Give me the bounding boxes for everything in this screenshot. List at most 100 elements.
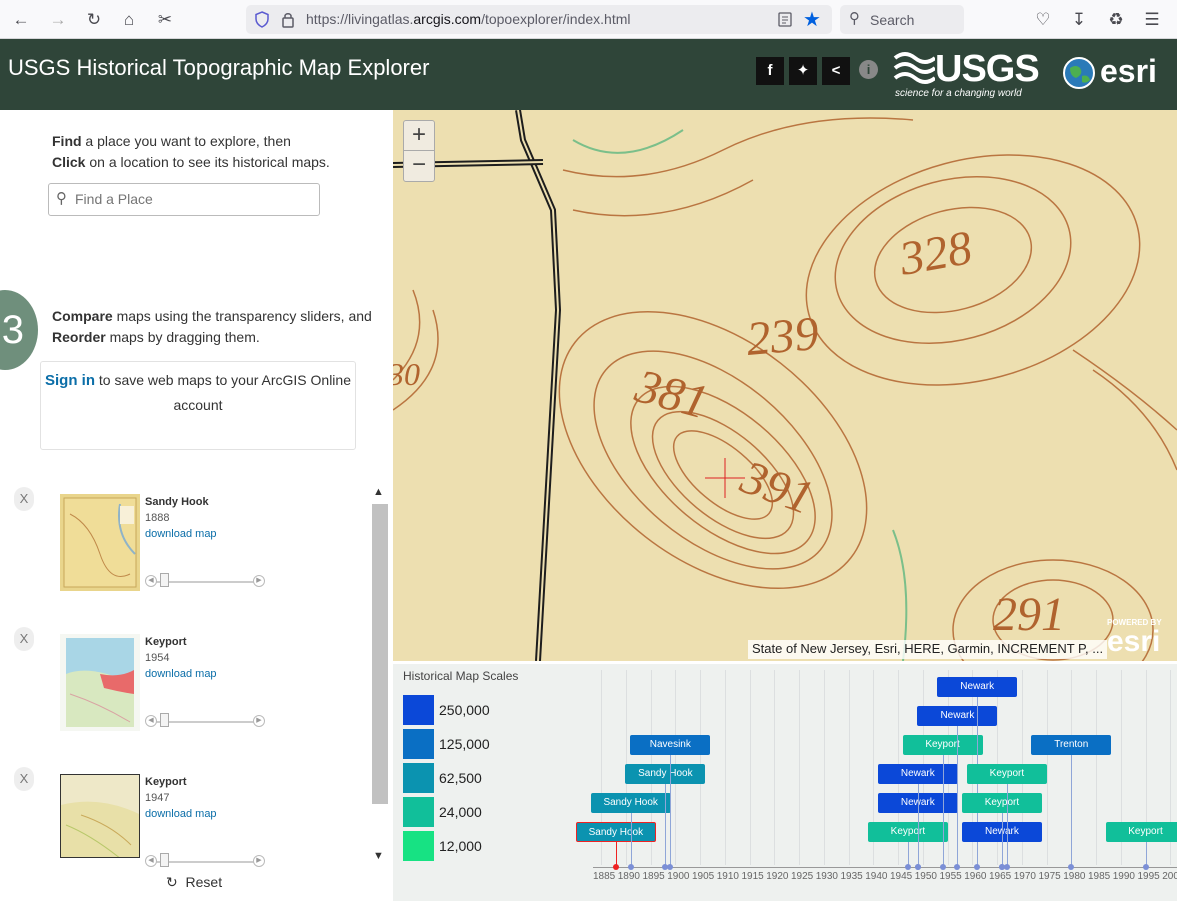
slider-right-icon[interactable]: ▶ (253, 855, 265, 867)
timeline-stem (957, 726, 958, 867)
reload-icon[interactable]: ↻ (82, 8, 106, 32)
timeline-dot[interactable] (1004, 864, 1010, 870)
timeline-map-box[interactable]: Keyport (868, 822, 948, 842)
timeline-dot[interactable] (667, 864, 673, 870)
home-icon[interactable]: ⌂ (117, 8, 141, 32)
url-text[interactable]: https://livingatlas.arcgis.com/topoexplo… (306, 11, 631, 27)
extensions-icon[interactable]: ♻ (1104, 8, 1128, 32)
scales-timeline-panel: Historical Map Scales 250,000 125,000 62… (393, 661, 1177, 901)
close-map-button[interactable]: X (14, 487, 34, 511)
slider-left-icon[interactable]: ◀ (145, 715, 157, 727)
timeline-dot[interactable] (905, 864, 911, 870)
timeline-tick-label: 1950 (915, 871, 937, 882)
timeline-dot[interactable] (974, 864, 980, 870)
screenshot-icon[interactable]: ✂ (153, 8, 177, 32)
share-icon[interactable]: < (822, 57, 850, 85)
slider-handle[interactable] (160, 853, 169, 867)
usgs-waves-icon (893, 50, 935, 86)
facebook-icon[interactable]: f (756, 57, 784, 85)
app-title: USGS Historical Topographic Map Explorer (8, 55, 429, 81)
menu-icon[interactable]: ☰ (1140, 8, 1164, 32)
timeline-dot[interactable] (915, 864, 921, 870)
slider-left-icon[interactable]: ◀ (145, 575, 157, 587)
info-icon[interactable]: i (859, 60, 878, 79)
timeline-chart: 1885189018951900190519101915192019251930… (593, 664, 1177, 904)
timeline-dot[interactable] (628, 864, 634, 870)
place-search[interactable]: ⚲ (48, 183, 320, 216)
zoom-out-button[interactable]: − (404, 151, 434, 181)
map-thumbnail[interactable] (60, 634, 140, 731)
map-thumbnail[interactable] (60, 494, 140, 591)
timeline-map-box[interactable]: Newark (878, 764, 958, 784)
transparency-slider[interactable]: ◀▶ (145, 715, 265, 727)
timeline-map-box[interactable]: Newark (917, 706, 997, 726)
timeline-map-box[interactable]: Keyport (903, 735, 983, 755)
download-map-link[interactable]: download map (145, 808, 217, 820)
timeline-map-box[interactable]: Navesink (630, 735, 710, 755)
scrollbar-thumb[interactable] (372, 504, 388, 804)
timeline-dot[interactable] (1143, 864, 1149, 870)
url-bar[interactable]: https://livingatlas.arcgis.com/topoexplo… (246, 5, 832, 34)
download-map-link[interactable]: download map (145, 528, 217, 540)
timeline-tick-label: 1985 (1088, 871, 1110, 882)
powered-by-esri[interactable]: POWERED BY esri (1107, 618, 1162, 657)
slider-right-icon[interactable]: ▶ (253, 715, 265, 727)
map-attribution[interactable]: State of New Jersey, Esri, HERE, Garmin,… (748, 640, 1107, 659)
map-list-item[interactable]: X Keyport 1954 download map ◀▶ (0, 627, 370, 757)
transparency-slider[interactable]: ◀▶ (145, 855, 265, 867)
scale-swatch (403, 831, 434, 861)
forward-icon[interactable]: → (46, 8, 70, 32)
downloads-icon[interactable]: ↧ (1067, 8, 1091, 32)
back-icon[interactable]: ← (9, 8, 33, 32)
slider-left-icon[interactable]: ◀ (145, 855, 157, 867)
timeline-map-box[interactable]: Sandy Hook (625, 764, 705, 784)
download-map-link[interactable]: download map (145, 668, 217, 680)
timeline-dot[interactable] (613, 864, 619, 870)
scale-swatch (403, 729, 434, 759)
timeline-map-box[interactable]: Keyport (962, 793, 1042, 813)
reset-button[interactable]: ↻ Reset (166, 874, 222, 891)
map-list-scrollbar[interactable]: ▲ ▼ (370, 486, 388, 866)
close-map-button[interactable]: X (14, 627, 34, 651)
slider-right-icon[interactable]: ▶ (253, 575, 265, 587)
shield-icon[interactable] (254, 11, 270, 28)
timeline-dot[interactable] (1068, 864, 1074, 870)
scale-swatch (403, 695, 434, 725)
timeline-tick-label: 1900 (667, 871, 689, 882)
timeline-gridline (725, 670, 726, 865)
close-map-button[interactable]: X (14, 767, 34, 791)
timeline-tick-label: 1945 (890, 871, 912, 882)
step-number-badge: 3 (0, 290, 38, 370)
slider-handle[interactable] (160, 713, 169, 727)
bookmark-star-icon[interactable]: ★ (803, 7, 821, 32)
zoom-in-button[interactable]: + (404, 121, 434, 151)
timeline-dot[interactable] (954, 864, 960, 870)
globe-icon (1062, 56, 1096, 90)
map-list-item[interactable]: X Sandy Hook 1888 download map ◀▶ (0, 487, 370, 617)
place-search-input[interactable] (75, 191, 275, 207)
scroll-down-icon[interactable]: ▼ (373, 850, 384, 862)
timeline-map-box[interactable]: Sandy Hook (576, 822, 656, 842)
map-view[interactable]: 328 239 381 391 291 30 + − State of New … (393, 110, 1177, 661)
timeline-map-box[interactable]: Keyport (1106, 822, 1177, 842)
timeline-stem (1071, 755, 1072, 867)
signin-link[interactable]: Sign in (45, 372, 95, 389)
timeline-gridline (799, 670, 800, 865)
map-title: Keyport (145, 636, 187, 648)
pocket-icon[interactable]: ♡ (1031, 8, 1055, 32)
twitter-icon[interactable]: ✦ (789, 57, 817, 85)
timeline-map-box[interactable]: Keyport (967, 764, 1047, 784)
transparency-slider[interactable]: ◀▶ (145, 575, 265, 587)
map-thumbnail[interactable] (60, 774, 140, 858)
timeline-map-box[interactable]: Newark (937, 677, 1017, 697)
topographic-map-image[interactable]: 328 239 381 391 291 30 (393, 110, 1177, 661)
slider-handle[interactable] (160, 573, 169, 587)
lock-icon[interactable] (281, 11, 295, 28)
reader-view-icon[interactable] (778, 12, 792, 27)
timeline-map-box[interactable]: Sandy Hook (591, 793, 671, 813)
timeline-map-box[interactable]: Trenton (1031, 735, 1111, 755)
timeline-dot[interactable] (940, 864, 946, 870)
scroll-up-icon[interactable]: ▲ (373, 486, 384, 498)
browser-search-box[interactable]: ⚲ Search (840, 5, 964, 34)
elevation-label: 239 (744, 307, 820, 366)
